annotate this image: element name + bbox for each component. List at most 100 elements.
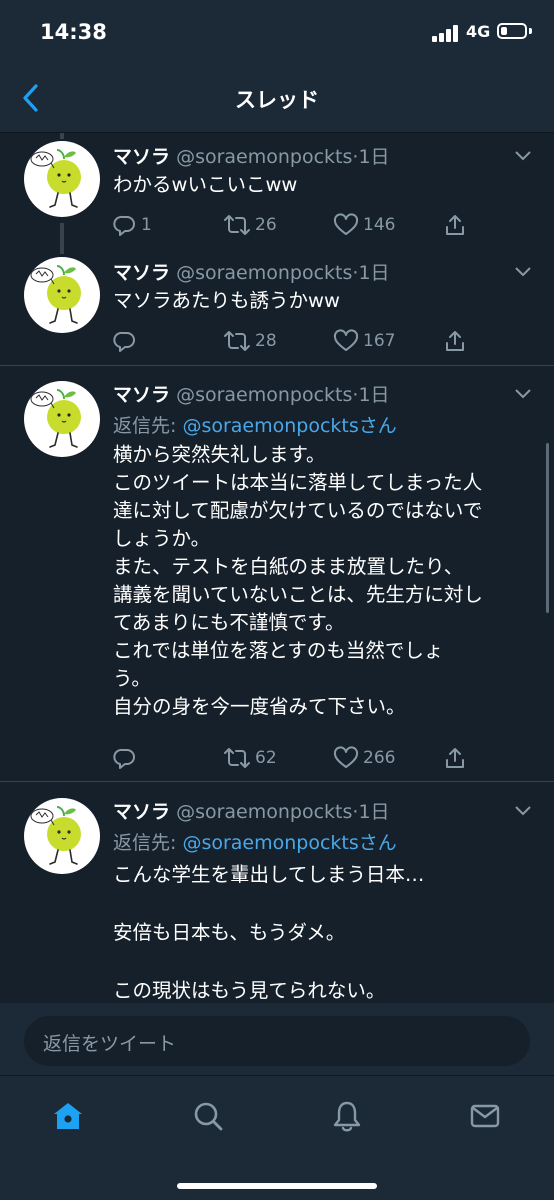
text-line: これでは単位を落とすのも当然でしょ bbox=[113, 639, 444, 662]
text-line: てあまりにも不謹慎です。 bbox=[113, 611, 345, 634]
text-line: 自分の身を今一度省みて下さい。 bbox=[113, 695, 406, 718]
reply-mention-link[interactable]: @soraemonpockts bbox=[182, 832, 358, 854]
tweet-time: 1日 bbox=[358, 146, 390, 168]
reply-button[interactable] bbox=[113, 326, 141, 356]
reply-context: 返信先: @soraemonpocktsさん bbox=[113, 828, 397, 855]
retweet-count: 28 bbox=[255, 331, 277, 351]
tweet-header: マソラ @soraemonpockts·1日 bbox=[113, 258, 390, 285]
display-name[interactable]: マソラ bbox=[113, 146, 170, 168]
tab-home[interactable] bbox=[50, 1098, 86, 1134]
retweet-button[interactable]: 28 bbox=[223, 326, 277, 356]
text-line: また、テストを白紙のまま放置したり、 bbox=[113, 555, 464, 578]
tab-notifications[interactable] bbox=[329, 1098, 365, 1134]
tweet-header: マソラ @soraemonpockts·1日 bbox=[113, 797, 390, 824]
tweet[interactable]: マソラ @soraemonpockts·1日 返信先: @soraemonpoc… bbox=[0, 366, 554, 781]
status-bar: 14:38 4G bbox=[0, 0, 554, 64]
tweet[interactable]: マソラ @soraemonpockts·1日 わかるwいこいこww 1 26 1… bbox=[0, 133, 554, 248]
heart-icon bbox=[333, 746, 359, 768]
retweet-button[interactable]: 26 bbox=[223, 210, 277, 240]
reply-icon bbox=[113, 331, 135, 352]
display-name[interactable]: マソラ bbox=[113, 801, 170, 823]
tweet-time: 1日 bbox=[358, 384, 390, 406]
user-handle: @soraemonpockts bbox=[176, 801, 353, 823]
battery-icon bbox=[497, 23, 527, 39]
tweet-text: 横から突然失礼します。 このツイートは本当に落単してしまった人 達に対して配慮が… bbox=[113, 441, 533, 721]
reply-input[interactable]: 返信をツイート bbox=[24, 1016, 530, 1066]
nav-bar: スレッド bbox=[0, 64, 554, 133]
reply-placeholder: 返信をツイート bbox=[43, 1033, 177, 1055]
text-line bbox=[113, 889, 533, 918]
avatar[interactable] bbox=[24, 798, 100, 874]
share-button[interactable] bbox=[443, 210, 467, 240]
network-type: 4G bbox=[466, 22, 491, 41]
chevron-down-icon[interactable] bbox=[513, 804, 533, 818]
tweet-text: こんな学生を輩出してしまう日本… 安倍も日本も、もうダメ。 この現状はもう見てら… bbox=[113, 860, 533, 1003]
text-line bbox=[113, 947, 533, 976]
avatar-illustration bbox=[30, 149, 81, 208]
like-button[interactable]: 266 bbox=[333, 743, 395, 773]
share-icon bbox=[446, 331, 464, 351]
tweet-header: マソラ @soraemonpockts·1日 bbox=[113, 142, 390, 169]
battery-cap bbox=[529, 28, 532, 34]
tweet-time: 1日 bbox=[358, 262, 390, 284]
avatar-illustration bbox=[30, 806, 81, 865]
tweet-thread[interactable]: マソラ @soraemonpockts·1日 わかるwいこいこww 1 26 1… bbox=[0, 133, 554, 1003]
heart-icon bbox=[333, 329, 359, 351]
messages-icon bbox=[470, 1104, 500, 1128]
user-handle: @soraemonpockts bbox=[176, 262, 353, 284]
share-icon bbox=[446, 215, 464, 235]
text-line: この現状はもう見てられない。 bbox=[113, 979, 386, 1002]
reply-icon bbox=[113, 215, 135, 236]
retweet-icon bbox=[224, 215, 250, 235]
chevron-down-icon[interactable] bbox=[513, 149, 533, 163]
home-icon bbox=[54, 1103, 82, 1129]
like-count: 146 bbox=[363, 215, 396, 235]
tweet-actions: 1 26 146 bbox=[113, 210, 533, 240]
status-time: 14:38 bbox=[40, 20, 107, 44]
text-line: こんな学生を輩出してしまう日本… bbox=[113, 863, 425, 886]
avatar[interactable] bbox=[24, 381, 100, 457]
scrollbar[interactable] bbox=[546, 443, 549, 613]
display-name[interactable]: マソラ bbox=[113, 262, 170, 284]
reply-suffix: さん bbox=[358, 832, 397, 854]
retweet-button[interactable]: 62 bbox=[223, 743, 277, 773]
tab-search[interactable] bbox=[190, 1098, 226, 1134]
tweet-text: マソラあたりも誘うかww bbox=[113, 289, 340, 312]
reply-button[interactable]: 1 bbox=[113, 210, 152, 240]
reply-suffix: さん bbox=[358, 415, 397, 437]
text-line: う。 bbox=[113, 667, 151, 690]
reply-mention-link[interactable]: @soraemonpockts bbox=[182, 415, 358, 437]
notifications-icon bbox=[333, 1101, 361, 1132]
home-indicator[interactable] bbox=[177, 1183, 377, 1189]
chevron-down-icon[interactable] bbox=[513, 265, 533, 279]
reply-icon bbox=[113, 748, 135, 769]
like-count: 266 bbox=[363, 748, 396, 768]
share-button[interactable] bbox=[443, 326, 467, 356]
compose-area: 返信をツイート bbox=[0, 1003, 554, 1075]
text-line: 安倍も日本も、もうダメ。 bbox=[113, 921, 346, 944]
tweet[interactable]: マソラ @soraemonpockts·1日 返信先: @soraemonpoc… bbox=[0, 782, 554, 1003]
tweet-time: 1日 bbox=[358, 801, 390, 823]
like-count: 167 bbox=[363, 331, 396, 351]
tweet[interactable]: マソラ @soraemonpockts·1日 マソラあたりも誘うかww 28 1… bbox=[0, 249, 554, 365]
tweet-text: わかるwいこいこww bbox=[113, 173, 298, 196]
page-title: スレッド bbox=[235, 88, 319, 112]
share-button[interactable] bbox=[443, 743, 467, 773]
retweet-count: 26 bbox=[255, 215, 277, 235]
display-name[interactable]: マソラ bbox=[113, 384, 170, 406]
avatar-illustration bbox=[30, 265, 81, 324]
like-button[interactable]: 167 bbox=[333, 326, 395, 356]
reply-count: 1 bbox=[141, 215, 152, 235]
heart-icon bbox=[333, 213, 359, 235]
user-handle: @soraemonpockts bbox=[176, 146, 353, 168]
reply-context: 返信先: @soraemonpocktsさん bbox=[113, 411, 397, 438]
like-button[interactable]: 146 bbox=[333, 210, 395, 240]
avatar[interactable] bbox=[24, 257, 100, 333]
tweet-header: マソラ @soraemonpockts·1日 bbox=[113, 380, 390, 407]
tab-messages[interactable] bbox=[467, 1098, 503, 1134]
chevron-down-icon[interactable] bbox=[513, 387, 533, 401]
reply-button[interactable] bbox=[113, 743, 141, 773]
avatar[interactable] bbox=[24, 141, 100, 217]
text-line: しょうか。 bbox=[113, 527, 211, 550]
signal-strength-icon bbox=[432, 24, 462, 42]
